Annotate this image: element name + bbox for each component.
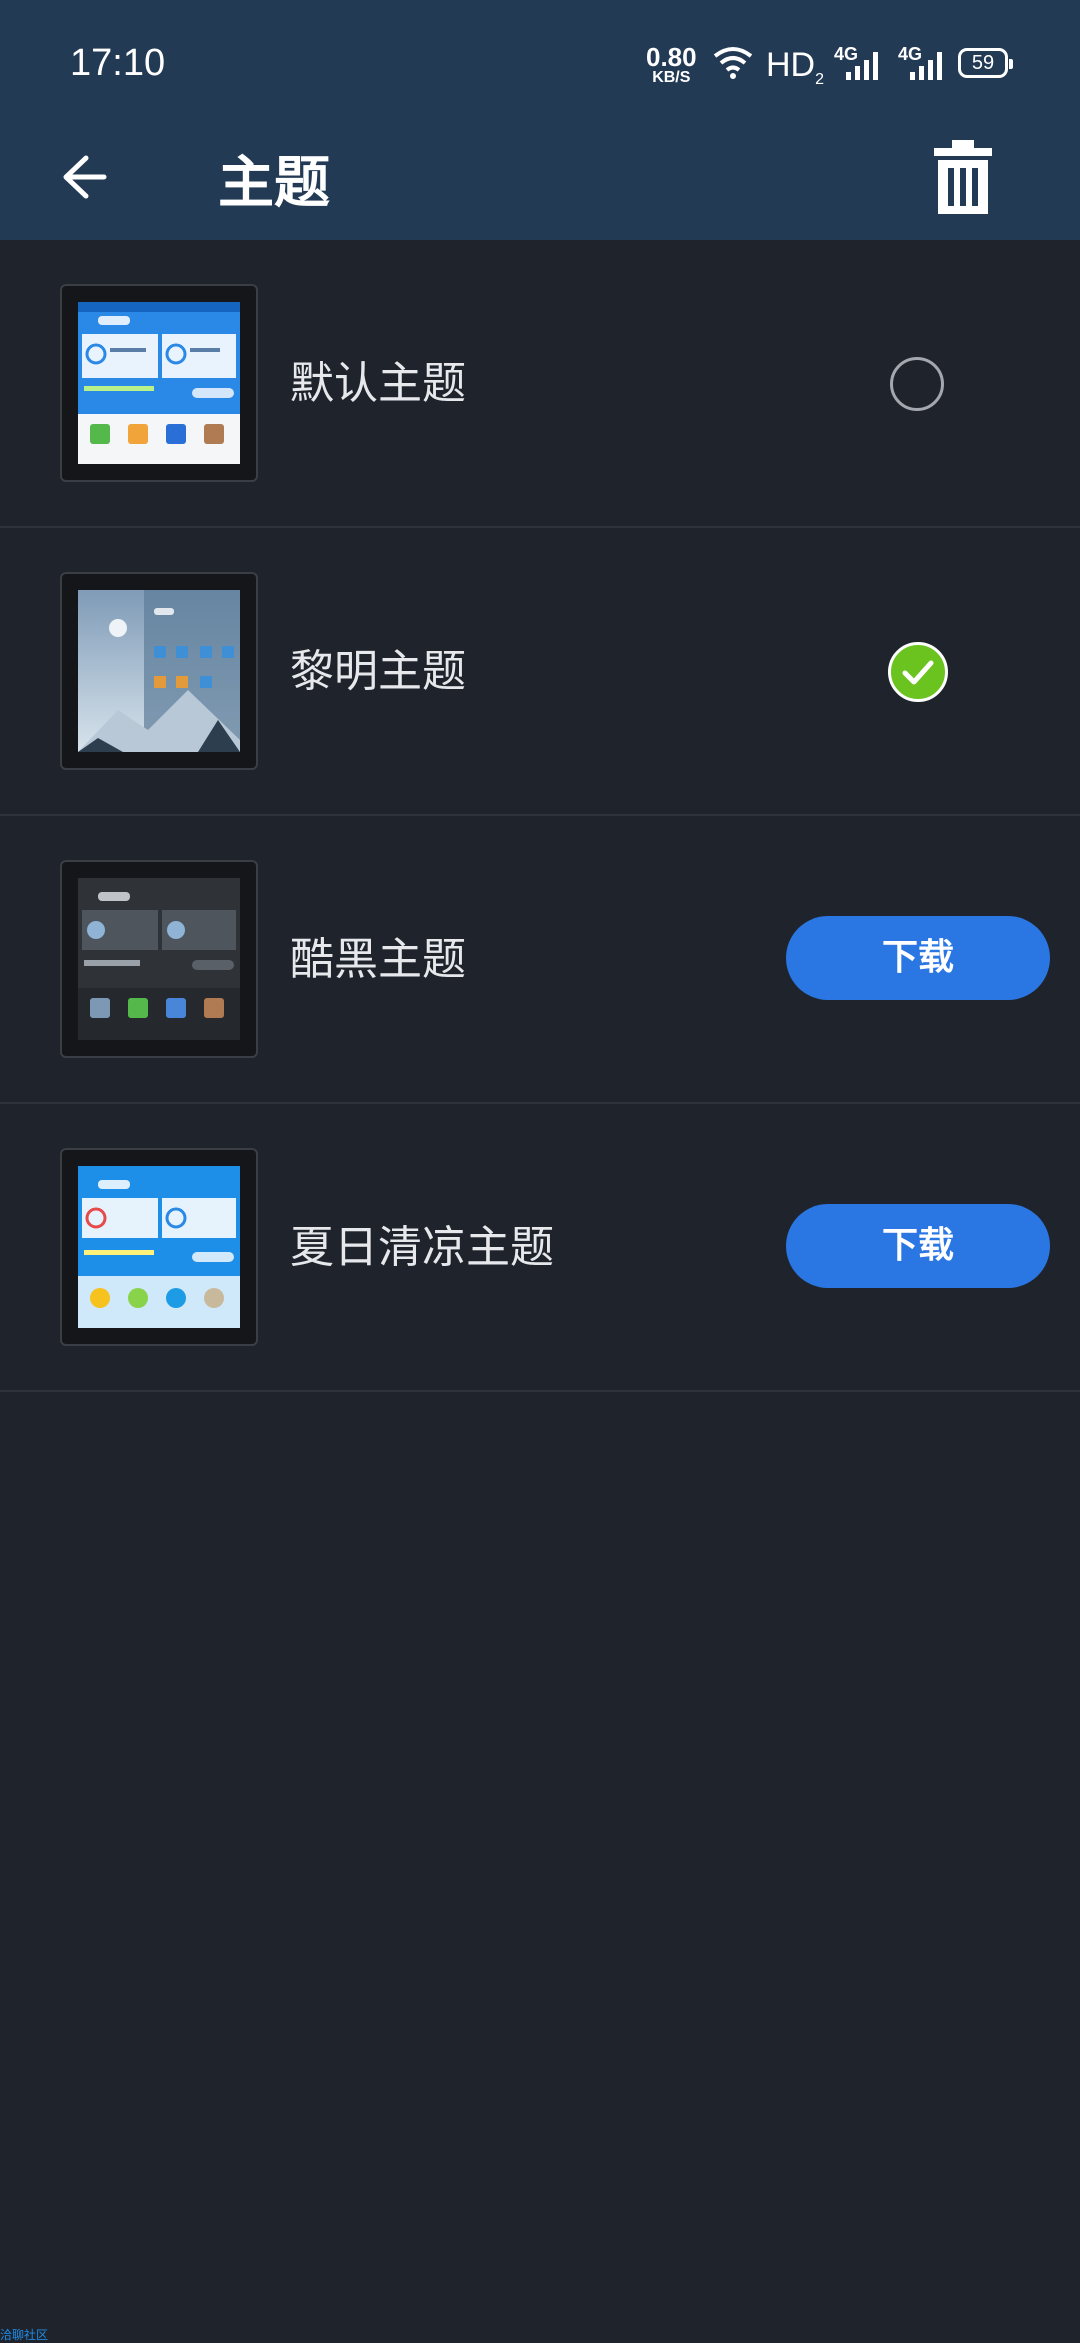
signal-icon bbox=[910, 52, 942, 80]
theme-preview-frame bbox=[60, 284, 258, 482]
download-button[interactable]: 下载 bbox=[786, 916, 1050, 1000]
status-bar: 17:10 0.80 KB/S HD2 4G 4G 59 bbox=[0, 0, 1080, 132]
theme-name: 默认主题 bbox=[290, 358, 466, 409]
status-time: 17:10 bbox=[70, 42, 166, 84]
wifi-icon bbox=[713, 47, 753, 79]
network-speed-value: 0.80 bbox=[646, 42, 697, 72]
watermark: 洽聊社区 bbox=[0, 2328, 49, 2342]
signal-icon bbox=[846, 52, 878, 80]
theme-row-dawn[interactable]: 黎明主题 bbox=[0, 528, 1080, 816]
theme-preview-summer bbox=[78, 1166, 240, 1328]
check-icon bbox=[902, 660, 934, 685]
hd-voice-indicator: HD2 bbox=[766, 46, 824, 89]
theme-list: 默认主题 黎明主题 酷黑主题 下载 夏日清凉主题 下载 bbox=[0, 240, 1080, 1392]
theme-name: 夏日清凉主题 bbox=[290, 1222, 554, 1273]
theme-preview-frame bbox=[60, 572, 258, 770]
app-bar: 主题 bbox=[0, 132, 1080, 240]
hd-sub: 2 bbox=[815, 70, 825, 88]
page-title: 主题 bbox=[218, 151, 330, 216]
theme-name: 黎明主题 bbox=[290, 646, 466, 697]
battery-indicator: 59 bbox=[958, 48, 1013, 78]
theme-row-summer[interactable]: 夏日清凉主题 下载 bbox=[0, 1104, 1080, 1392]
network-speed-unit: KB/S bbox=[652, 69, 691, 86]
radio-unselected-icon[interactable] bbox=[890, 357, 944, 411]
theme-preview-frame bbox=[60, 1148, 258, 1346]
theme-row-dark[interactable]: 酷黑主题 下载 bbox=[0, 816, 1080, 1104]
download-button[interactable]: 下载 bbox=[786, 1204, 1050, 1288]
network-speed: 0.80 KB/S bbox=[646, 44, 697, 86]
hd-label: HD bbox=[766, 46, 816, 84]
theme-preview-dawn bbox=[78, 590, 240, 752]
theme-row-default[interactable]: 默认主题 bbox=[0, 240, 1080, 528]
checkmark-selected-icon[interactable] bbox=[888, 642, 948, 702]
theme-preview-dark bbox=[78, 878, 240, 1040]
theme-preview-frame bbox=[60, 860, 258, 1058]
theme-preview-default bbox=[78, 302, 240, 464]
back-arrow-icon[interactable] bbox=[54, 142, 124, 212]
theme-name: 酷黑主题 bbox=[290, 934, 466, 985]
trash-icon[interactable] bbox=[930, 136, 996, 216]
